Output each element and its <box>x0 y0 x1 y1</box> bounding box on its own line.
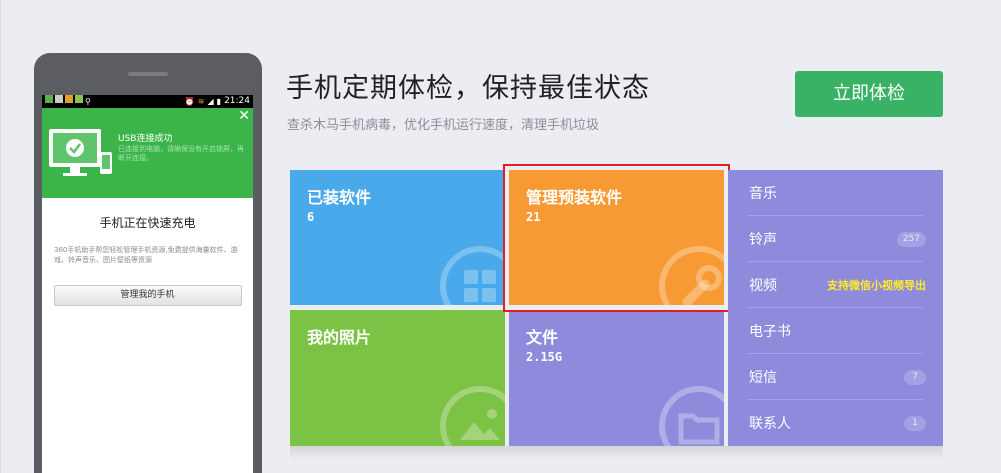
alarm-icon: ⏰ <box>184 97 195 106</box>
list-item-sms[interactable]: 短信 7 <box>748 354 926 400</box>
tile-label: 文件 <box>526 328 559 347</box>
phone-status-bar: ⚲ ⏰ ≋ ◢ ▮ 21:24 <box>42 95 253 108</box>
list-item-music[interactable]: 音乐 <box>748 170 923 216</box>
status-time: 21:24 <box>224 96 250 106</box>
notification-app-icon <box>45 95 53 103</box>
phone-screen: ⚲ ⏰ ≋ ◢ ▮ 21:24 ✕ USB连接成功 已连接到电脑，请确保没有开启… <box>42 95 253 473</box>
charging-title: 手机正在快速充电 <box>99 216 196 230</box>
list-item-ebooks[interactable]: 电子书 <box>748 308 923 354</box>
list-item-contacts[interactable]: 联系人 1 <box>748 400 926 446</box>
tile-label: 我的照片 <box>307 328 372 347</box>
photo-icon <box>440 386 505 446</box>
apps-grid-icon <box>440 246 505 305</box>
tiles-shadow <box>290 446 943 460</box>
count-badge: 1 <box>904 416 926 431</box>
notification-app-icon <box>65 95 73 103</box>
wechat-video-export-note: 支持微信小视频导出 <box>827 279 926 292</box>
installed-apps-tile[interactable]: 已装软件 6 <box>290 170 505 305</box>
banner-description: 已连接到电脑，请确保没有开启锁屏，再断开连接。 <box>118 145 244 162</box>
count-badge: 7 <box>904 370 926 385</box>
page-subtitle: 查杀木马手机病毒，优化手机运行速度，清理手机垃圾 <box>287 118 600 133</box>
list-item-label: 视频 <box>749 277 777 294</box>
tile-size: 2.15G <box>526 350 563 364</box>
list-item-ringtones[interactable]: 铃声 257 <box>748 216 926 262</box>
manage-phone-button[interactable]: 管理我的手机 <box>53 285 242 306</box>
phone-preview: ⚲ ⏰ ≋ ◢ ▮ 21:24 ✕ USB连接成功 已连接到电脑，请确保没有开启… <box>34 53 262 473</box>
list-item-label: 电子书 <box>749 323 791 340</box>
folder-icon <box>659 386 724 446</box>
window-left-border <box>0 0 1 473</box>
list-item-label: 音乐 <box>749 185 777 202</box>
list-item-videos[interactable]: 视频 支持微信小视频导出 <box>748 262 926 308</box>
list-item-label: 短信 <box>749 369 777 386</box>
wifi-icon: ≋ <box>197 97 205 106</box>
list-item-label: 联系人 <box>749 416 791 432</box>
tile-label: 已装软件 <box>307 188 372 207</box>
usb-icon: ⚲ <box>85 97 91 106</box>
list-item-label: 铃声 <box>749 231 777 248</box>
signal-icon: ◢ <box>207 97 214 106</box>
tile-count: 6 <box>307 210 315 224</box>
image-icon <box>55 95 63 103</box>
phone-speaker <box>128 72 168 76</box>
monitor-phone-icon <box>49 129 112 176</box>
selection-highlight <box>503 164 730 312</box>
my-photos-tile[interactable]: 我的照片 <box>290 310 505 446</box>
usb-connected-banner: ✕ USB连接成功 已连接到电脑，请确保没有开启锁屏，再断开连接。 <box>42 108 253 198</box>
close-icon[interactable]: ✕ <box>238 109 250 123</box>
files-tile[interactable]: 文件 2.15G <box>509 310 724 446</box>
banner-title: USB连接成功 <box>118 134 173 144</box>
battery-icon: ▮ <box>216 97 222 106</box>
phone-description: 360手机助手帮您轻松管理手机资源,免费提供海量软件、游戏、铃声音乐、图片壁纸等… <box>54 246 238 264</box>
notification-app-icon <box>75 95 83 103</box>
page-title: 手机定期体检，保持最佳状态 <box>286 73 650 104</box>
count-badge: 257 <box>896 232 926 247</box>
check-now-button[interactable]: 立即体检 <box>795 71 943 117</box>
media-list-panel: 音乐 铃声 257 视频 支持微信小视频导出 电子书 短信 7 联系人 1 <box>728 170 943 446</box>
